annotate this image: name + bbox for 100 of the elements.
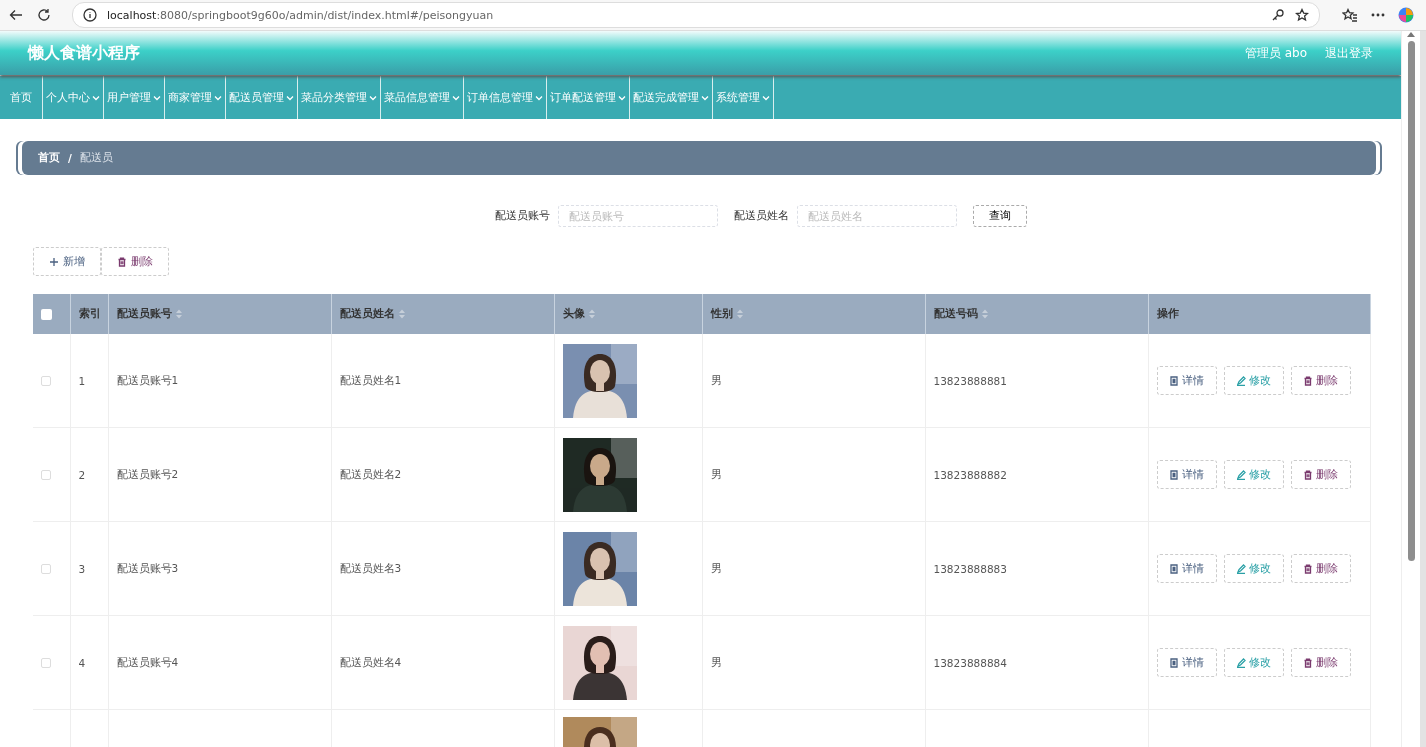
table-cell: 配送员姓名3 <box>339 561 402 574</box>
detail-button[interactable]: 详情 <box>1156 648 1217 677</box>
copilot-icon[interactable] <box>1398 7 1414 23</box>
url-text: localhost:8080/springboot9g60o/admin/dist/index.html#/peisongyuan <box>107 8 494 22</box>
index-cell: 3 <box>78 562 86 575</box>
document-icon <box>1169 375 1179 386</box>
nav-item[interactable]: 配送员管理 <box>226 76 298 119</box>
select-all-checkbox[interactable] <box>41 308 52 320</box>
row-checkbox[interactable] <box>41 375 51 386</box>
table-cell: 男 <box>710 655 722 668</box>
nav-item[interactable]: 订单配送管理 <box>547 76 630 119</box>
pencil-icon <box>1236 375 1246 386</box>
nav-item[interactable]: 配送完成管理 <box>630 76 713 119</box>
edit-button[interactable]: 修改 <box>1223 648 1284 677</box>
chevron-down-icon <box>92 93 100 102</box>
table-cell: 配送员姓名4 <box>339 655 402 668</box>
trash-icon <box>1303 657 1313 668</box>
sort-icon <box>981 309 988 319</box>
table-cell: 13823888883 <box>933 562 1007 575</box>
star-icon[interactable] <box>1295 8 1309 22</box>
edit-button[interactable]: 修改 <box>1223 366 1284 395</box>
app-title: 懒人食谱小程序 <box>28 42 140 64</box>
table-cell: 13823888882 <box>933 468 1007 481</box>
nav-item[interactable]: 个人中心 <box>43 76 104 119</box>
edit-button[interactable]: 修改 <box>1223 554 1284 583</box>
column-header[interactable]: 配送号码 <box>933 307 988 319</box>
index-cell: 2 <box>78 468 86 481</box>
pencil-icon <box>1236 657 1246 668</box>
table-cell: 13823888884 <box>933 656 1007 669</box>
delete-button[interactable]: 删除 <box>1290 554 1351 583</box>
table-cell: 配送员姓名2 <box>339 467 402 480</box>
delete-button[interactable]: 删除 <box>101 247 169 276</box>
table-cell: 配送员账号4 <box>116 655 179 668</box>
user-label: 管理员 abo <box>1244 44 1307 62</box>
table-cell: 配送员账号1 <box>116 373 179 386</box>
query-button[interactable]: 查询 <box>972 205 1027 227</box>
column-header[interactable]: 性别 <box>710 307 743 319</box>
delete-button[interactable]: 删除 <box>1290 648 1351 677</box>
column-header[interactable]: 配送员姓名 <box>339 307 405 319</box>
table-cell: 男 <box>710 373 722 386</box>
nav-item[interactable]: 菜品信息管理 <box>381 76 464 119</box>
detail-button[interactable]: 详情 <box>1156 554 1217 583</box>
sort-icon <box>175 309 182 319</box>
nav-item[interactable]: 订单信息管理 <box>464 76 547 119</box>
sort-icon <box>398 309 405 319</box>
table-cell: 配送员账号2 <box>116 467 179 480</box>
search-field[interactable]: 配送员姓名 <box>796 205 957 227</box>
detail-button[interactable]: 详情 <box>1156 366 1217 395</box>
breadcrumb-item[interactable]: 首页 <box>38 151 60 165</box>
pencil-icon <box>1236 469 1246 480</box>
index-cell: 4 <box>78 656 86 669</box>
key-icon[interactable] <box>1271 8 1285 22</box>
info-icon[interactable] <box>83 8 97 22</box>
sort-icon <box>588 309 595 319</box>
table-cell: 男 <box>710 561 722 574</box>
nav-item[interactable]: 商家管理 <box>165 76 226 119</box>
column-header[interactable]: 配送员账号 <box>116 307 182 319</box>
document-icon <box>1169 469 1179 480</box>
field-label: 配送员姓名 <box>733 209 789 223</box>
column-header: 操作 <box>1156 307 1179 319</box>
address-bar[interactable]: localhost:8080/springboot9g60o/admin/dist/index.html#/peisongyuan <box>72 2 1320 28</box>
field-label: 配送员账号 <box>494 209 550 223</box>
row-checkbox[interactable] <box>41 657 51 668</box>
chevron-down-icon <box>701 93 709 102</box>
trash-icon <box>1303 375 1313 386</box>
nav-item[interactable]: 首页 <box>0 76 43 119</box>
table-cell: 男 <box>710 467 722 480</box>
column-header[interactable]: 头像 <box>562 307 595 319</box>
edit-button[interactable]: 修改 <box>1223 460 1284 489</box>
plus-icon <box>49 256 59 267</box>
breadcrumb-separator: / <box>68 152 72 164</box>
row-checkbox[interactable] <box>41 563 51 574</box>
table-cell: 配送员姓名1 <box>339 373 402 386</box>
detail-button[interactable]: 详情 <box>1156 460 1217 489</box>
chevron-down-icon <box>618 93 626 102</box>
chevron-down-icon <box>762 93 770 102</box>
document-icon <box>1169 563 1179 574</box>
table-cell: 13823888881 <box>933 374 1007 387</box>
index-cell: 1 <box>78 374 86 387</box>
nav-item[interactable]: 菜品分类管理 <box>298 76 381 119</box>
row-checkbox[interactable] <box>41 469 51 480</box>
chevron-down-icon <box>286 93 294 102</box>
chevron-down-icon <box>535 93 543 102</box>
delete-button[interactable]: 删除 <box>1290 366 1351 395</box>
chevron-down-icon <box>452 93 460 102</box>
trash-icon <box>117 256 127 267</box>
chevron-down-icon <box>369 93 377 102</box>
nav-item[interactable]: 用户管理 <box>104 76 165 119</box>
table-cell: 配送员账号3 <box>116 561 179 574</box>
chevron-down-icon <box>214 93 222 102</box>
reload-icon[interactable] <box>36 7 52 23</box>
trash-icon <box>1303 563 1313 574</box>
back-icon[interactable] <box>8 7 24 23</box>
delete-button[interactable]: 删除 <box>1290 460 1351 489</box>
nav-item[interactable]: 系统管理 <box>713 76 774 119</box>
add-button[interactable]: 新增 <box>33 247 101 276</box>
favorites-icon[interactable] <box>1342 8 1358 22</box>
document-icon <box>1169 657 1179 668</box>
pencil-icon <box>1236 563 1246 574</box>
breadcrumb-item: 配送员 <box>79 151 113 165</box>
